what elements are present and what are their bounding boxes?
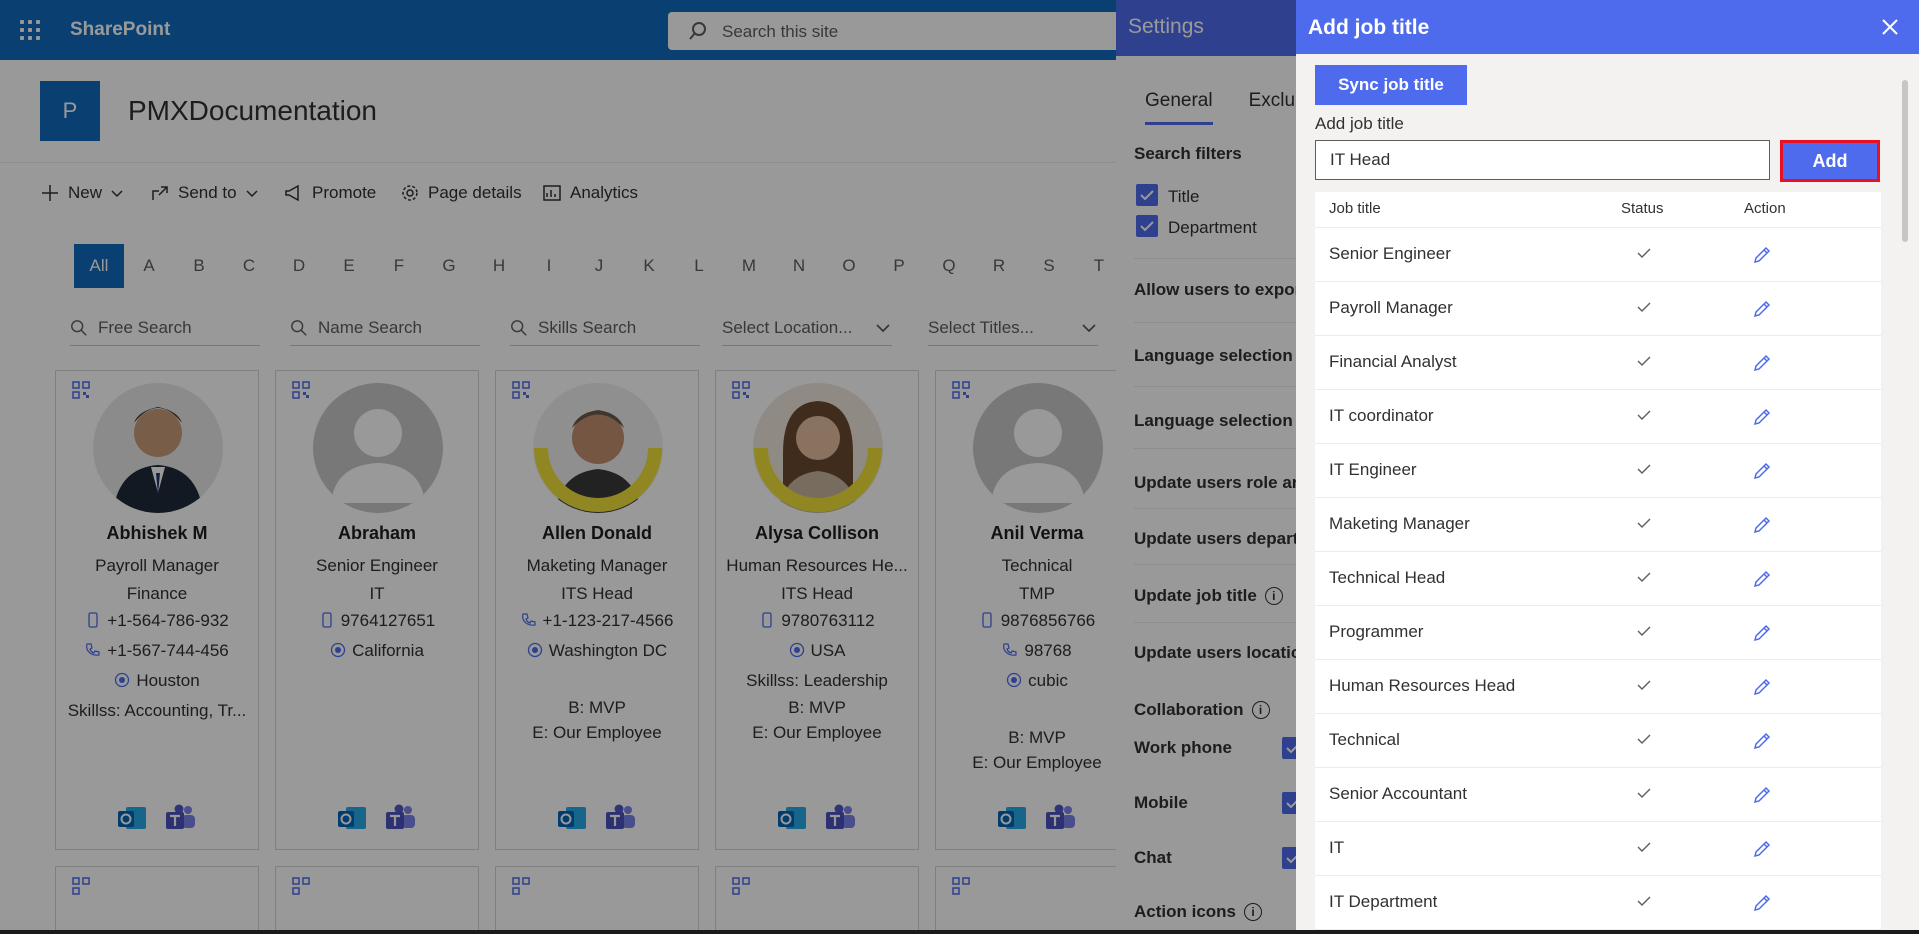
checkmark-icon bbox=[1637, 302, 1651, 312]
edit-icon[interactable] bbox=[1751, 460, 1773, 482]
edit-icon[interactable] bbox=[1751, 406, 1773, 428]
job-title-cell: Technical bbox=[1329, 730, 1400, 749]
table-row: IT coordinator bbox=[1315, 390, 1881, 444]
job-title-cell: Senior Accountant bbox=[1329, 784, 1467, 803]
job-title-cell: IT Engineer bbox=[1329, 460, 1417, 479]
table-row: Senior Accountant bbox=[1315, 768, 1881, 822]
edit-icon[interactable] bbox=[1751, 298, 1773, 320]
job-title-cell: Financial Analyst bbox=[1329, 352, 1457, 371]
column-action: Action bbox=[1744, 200, 1786, 217]
column-status: Status bbox=[1621, 200, 1664, 217]
checkmark-icon bbox=[1637, 734, 1651, 744]
table-row: Human Resources Head bbox=[1315, 660, 1881, 714]
checkmark-icon bbox=[1637, 626, 1651, 636]
job-title-cell: Senior Engineer bbox=[1329, 244, 1451, 263]
job-title-cell: Maketing Manager bbox=[1329, 514, 1470, 533]
add-job-title-heading: Add job title bbox=[1308, 16, 1430, 39]
panel-scrollbar[interactable] bbox=[1902, 80, 1908, 242]
job-title-cell: Payroll Manager bbox=[1329, 298, 1453, 317]
edit-icon[interactable] bbox=[1751, 892, 1773, 914]
column-job-title: Job title bbox=[1329, 200, 1381, 217]
checkmark-icon bbox=[1637, 572, 1651, 582]
sync-job-title-button[interactable]: Sync job title bbox=[1315, 65, 1467, 105]
edit-icon[interactable] bbox=[1751, 568, 1773, 590]
table-row: Financial Analyst bbox=[1315, 336, 1881, 390]
add-job-title-panel: Add job title Sync job title Add job tit… bbox=[1296, 0, 1919, 934]
checkmark-icon bbox=[1637, 356, 1651, 366]
table-row: IT bbox=[1315, 822, 1881, 876]
edit-icon[interactable] bbox=[1751, 730, 1773, 752]
job-title-cell: IT Department bbox=[1329, 892, 1438, 911]
checkmark-icon bbox=[1637, 410, 1651, 420]
table-row: IT Engineer bbox=[1315, 444, 1881, 498]
add-job-title-field-label: Add job title bbox=[1315, 114, 1404, 133]
job-title-cell: Programmer bbox=[1329, 622, 1424, 641]
job-title-cell: IT bbox=[1329, 838, 1345, 857]
checkmark-icon bbox=[1637, 464, 1651, 474]
table-row: Technical bbox=[1315, 714, 1881, 768]
table-header: Job title Status Action bbox=[1315, 192, 1881, 228]
edit-icon[interactable] bbox=[1751, 244, 1773, 266]
table-row: Payroll Manager bbox=[1315, 282, 1881, 336]
job-title-table: Job title Status Action Senior Engineer P… bbox=[1315, 192, 1881, 934]
table-row: Technical Head bbox=[1315, 552, 1881, 606]
job-title-cell: IT coordinator bbox=[1329, 406, 1434, 425]
table-row: Senior Engineer bbox=[1315, 228, 1881, 282]
window-bottom-edge bbox=[0, 930, 1919, 934]
edit-icon[interactable] bbox=[1751, 784, 1773, 806]
table-row: Maketing Manager bbox=[1315, 498, 1881, 552]
checkmark-icon bbox=[1637, 842, 1651, 852]
edit-icon[interactable] bbox=[1751, 838, 1773, 860]
job-title-cell: Technical Head bbox=[1329, 568, 1446, 587]
checkmark-icon bbox=[1637, 248, 1651, 258]
checkmark-icon bbox=[1637, 518, 1651, 528]
add-button[interactable]: Add bbox=[1780, 140, 1880, 182]
edit-icon[interactable] bbox=[1751, 676, 1773, 698]
table-row: IT Department bbox=[1315, 876, 1881, 930]
job-title-input[interactable] bbox=[1315, 140, 1770, 180]
checkmark-icon bbox=[1637, 788, 1651, 798]
edit-icon[interactable] bbox=[1751, 622, 1773, 644]
job-title-cell: Human Resources Head bbox=[1329, 676, 1516, 695]
edit-icon[interactable] bbox=[1751, 352, 1773, 374]
add-job-title-header: Add job title bbox=[1296, 0, 1919, 54]
table-row: Programmer bbox=[1315, 606, 1881, 660]
checkmark-icon bbox=[1637, 680, 1651, 690]
checkmark-icon bbox=[1637, 896, 1651, 906]
edit-icon[interactable] bbox=[1751, 514, 1773, 536]
close-icon[interactable] bbox=[1879, 16, 1901, 38]
